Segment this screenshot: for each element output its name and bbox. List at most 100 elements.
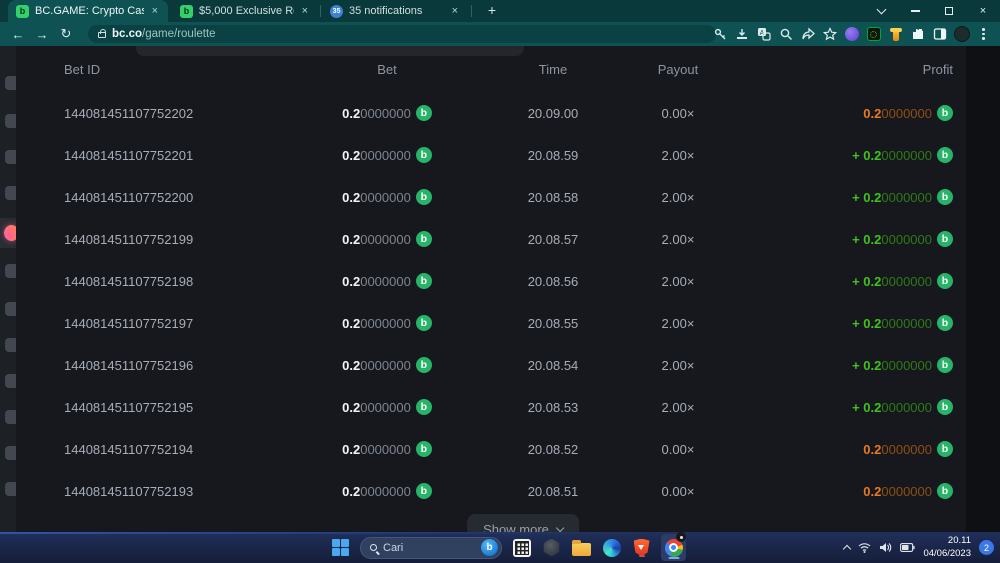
bet-amount-bold: 0.2 [342, 442, 360, 457]
tab-search-icon[interactable] [864, 0, 898, 22]
extensions-puzzle-icon[interactable] [909, 26, 926, 43]
url-path: /game/roulette [142, 28, 216, 40]
back-button[interactable]: ← [6, 27, 30, 42]
profit-cell: + 0.20000000 b [734, 147, 953, 163]
reload-button[interactable]: ↻ [54, 26, 78, 42]
minimize-button[interactable] [898, 0, 932, 22]
brave-icon[interactable] [631, 537, 652, 558]
table-row[interactable]: 144081451107752195 0.20000000 b 20.08.53… [16, 386, 966, 428]
profit-cell: 0.20000000 b [734, 441, 953, 457]
time-cell: 20.08.52 [484, 442, 622, 457]
bet-id-cell: 144081451107752196 [64, 358, 290, 373]
table-row[interactable]: 144081451107752198 0.20000000 b 20.08.56… [16, 260, 966, 302]
profit-cell: + 0.20000000 b [734, 357, 953, 373]
battery-icon[interactable] [900, 543, 915, 552]
table-row[interactable]: 144081451107752202 0.20000000 b 20.09.00… [16, 92, 966, 134]
bet-id-cell: 144081451107752198 [64, 274, 290, 289]
table-row[interactable]: 144081451107752200 0.20000000 b 20.08.58… [16, 176, 966, 218]
coin-icon: b [416, 189, 432, 205]
tab-roulette-promo[interactable]: b $5,000 Exclusive Roulette Prestig × [172, 0, 318, 22]
tab-bcgame[interactable]: b BC.GAME: Crypto Casino Games × [8, 0, 168, 22]
purple-extension-icon[interactable] [843, 26, 860, 43]
bcgame-favicon-icon: b [16, 5, 29, 18]
tab-close-icon[interactable]: × [150, 5, 160, 17]
coin-icon: b [937, 147, 953, 163]
gem-app-icon[interactable] [541, 537, 562, 558]
header-payout: Payout [622, 62, 734, 77]
edge-icon[interactable] [601, 537, 622, 558]
bet-amount-zeros: 0000000 [360, 484, 411, 499]
profit-amount-zeros: 0000000 [881, 148, 932, 163]
bet-amount-zeros: 0000000 [360, 400, 411, 415]
profit-cell: + 0.20000000 b [734, 231, 953, 247]
green-extension-icon[interactable] [865, 26, 882, 43]
menu-kebab-icon[interactable] [975, 26, 992, 43]
header-bet-id: Bet ID [64, 62, 290, 77]
bet-amount-bold: 0.2 [342, 484, 360, 499]
coin-icon: b [937, 399, 953, 415]
new-tab-button[interactable]: + [484, 3, 500, 19]
profit-amount-zeros: 0000000 [881, 316, 932, 331]
taskbar-center: Cari b [330, 532, 686, 563]
start-button[interactable] [330, 537, 351, 558]
profit-amount-bold: + 0.2 [852, 190, 881, 205]
bet-cell: 0.20000000 b [290, 231, 484, 247]
table-row[interactable]: 144081451107752201 0.20000000 b 20.08.59… [16, 134, 966, 176]
grid-app-icon[interactable] [511, 537, 532, 558]
bet-id-cell: 144081451107752194 [64, 442, 290, 457]
orange-extension-icon[interactable] [887, 26, 904, 43]
profit-cell: + 0.20000000 b [734, 315, 953, 331]
tab-close-icon[interactable]: × [300, 5, 310, 17]
forward-button[interactable]: → [30, 27, 54, 42]
bet-cell: 0.20000000 b [290, 189, 484, 205]
volume-icon[interactable] [879, 542, 892, 553]
tab-notifications[interactable]: 35 35 notifications × [322, 0, 468, 22]
taskbar-search[interactable]: Cari b [360, 537, 502, 559]
bet-amount-bold: 0.2 [342, 232, 360, 247]
chrome-icon[interactable] [661, 534, 686, 561]
address-bar[interactable]: bc.co/game/roulette [88, 25, 716, 43]
bet-id-cell: 144081451107752199 [64, 232, 290, 247]
clock[interactable]: 20.11 04/06/2023 [923, 535, 971, 560]
profit-amount-zeros: 0000000 [881, 442, 932, 457]
bet-cell: 0.20000000 b [290, 483, 484, 499]
profit-amount-bold: + 0.2 [852, 274, 881, 289]
tray-overflow-icon[interactable] [843, 545, 851, 553]
bet-amount-bold: 0.2 [342, 148, 360, 163]
table-row[interactable]: 144081451107752193 0.20000000 b 20.08.51… [16, 470, 966, 512]
coin-icon: b [416, 231, 432, 247]
maximize-button[interactable] [932, 0, 966, 22]
payout-cell: 2.00× [622, 274, 734, 289]
bet-amount-bold: 0.2 [342, 274, 360, 289]
password-key-icon[interactable] [711, 26, 728, 43]
coin-icon: b [937, 357, 953, 373]
bet-amount-zeros: 0000000 [360, 358, 411, 373]
table-row[interactable]: 144081451107752196 0.20000000 b 20.08.54… [16, 344, 966, 386]
translate-icon[interactable]: A [755, 26, 772, 43]
bookmark-star-icon[interactable] [821, 26, 838, 43]
share-icon[interactable] [799, 26, 816, 43]
time-cell: 20.08.59 [484, 148, 622, 163]
table-body: 144081451107752202 0.20000000 b 20.09.00… [16, 92, 966, 512]
tab-close-icon[interactable]: × [450, 5, 460, 17]
time-cell: 20.08.51 [484, 484, 622, 499]
payout-cell: 2.00× [622, 232, 734, 247]
bet-id-cell: 144081451107752202 [64, 106, 290, 121]
lock-icon [98, 32, 106, 38]
install-icon[interactable] [733, 26, 750, 43]
zoom-icon[interactable] [777, 26, 794, 43]
table-row[interactable]: 144081451107752199 0.20000000 b 20.08.57… [16, 218, 966, 260]
side-panel-icon[interactable] [931, 26, 948, 43]
wifi-icon[interactable] [858, 542, 871, 553]
windows-taskbar: Cari b 20.11 04/06/2023 2 [0, 532, 1000, 563]
tab-separator [320, 5, 321, 17]
header-time: Time [484, 62, 622, 77]
profile-avatar[interactable] [953, 26, 970, 43]
table-row[interactable]: 144081451107752197 0.20000000 b 20.08.55… [16, 302, 966, 344]
bet-amount-zeros: 0000000 [360, 442, 411, 457]
coin-icon: b [937, 273, 953, 289]
notification-count-badge[interactable]: 2 [979, 540, 994, 555]
table-row[interactable]: 144081451107752194 0.20000000 b 20.08.52… [16, 428, 966, 470]
file-explorer-icon[interactable] [571, 537, 592, 558]
close-window-button[interactable]: × [966, 0, 1000, 22]
